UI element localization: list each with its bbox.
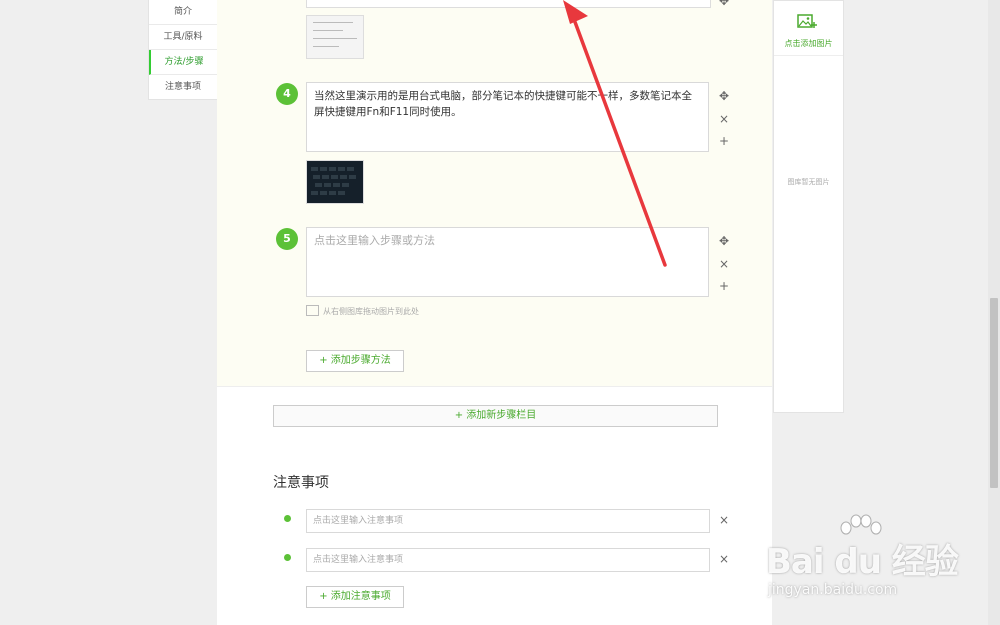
step-number-badge: 5	[276, 228, 298, 250]
previous-step-image[interactable]	[306, 15, 364, 59]
nav-item-steps[interactable]: 方法/步骤	[149, 50, 217, 75]
add-step-section-button[interactable]: + 添加新步骤栏目	[273, 405, 718, 427]
image-icon	[306, 305, 319, 316]
watermark-brand-text: Bai du 经验	[766, 542, 959, 582]
notes-section-title: 注意事项	[273, 475, 329, 491]
step-delete-icon[interactable]: ×	[717, 112, 731, 126]
annotation-arrow	[563, 0, 667, 267]
step-add-icon[interactable]: +	[717, 279, 731, 293]
nav-item-notes[interactable]: 注意事项	[149, 75, 217, 99]
image-drop-hint: 从右侧图库拖动图片到此处	[306, 305, 419, 317]
note-input[interactable]: 点击这里输入注意事项	[306, 509, 710, 533]
step-move-icon[interactable]: ✥	[717, 89, 731, 103]
step-move-icon[interactable]: ✥	[717, 234, 731, 248]
watermark-url-text: jingyan.baidu.com	[768, 582, 898, 598]
baidu-jingyan-watermark: Bai du 经验 jingyan.baidu.com	[762, 512, 982, 612]
add-image-button[interactable]: 点击添加图片	[774, 1, 843, 56]
add-picture-icon	[797, 14, 817, 28]
steps-section: ✥ 4 当然这里演示用的是用台式电脑，部分笔记本的快捷键可能不一样，多数笔记本全…	[217, 0, 772, 387]
bullet-dot	[284, 554, 291, 561]
previous-step-move-icon[interactable]: ✥	[717, 0, 731, 8]
page-scrollbar-thumb[interactable]	[990, 298, 998, 488]
image-library-panel: 点击添加图片 图库暂无图片	[773, 0, 844, 413]
nav-item-intro[interactable]: 简介	[149, 0, 217, 25]
left-outline-nav: 简介 工具/原料 方法/步骤 注意事项	[148, 0, 218, 100]
add-image-label: 点击添加图片	[784, 39, 833, 48]
nav-item-tools[interactable]: 工具/原料	[149, 25, 217, 50]
step-delete-icon[interactable]: ×	[717, 257, 731, 271]
bullet-dot	[284, 515, 291, 522]
note-input[interactable]: 点击这里输入注意事项	[306, 548, 710, 572]
add-note-button[interactable]: + 添加注意事项	[306, 586, 404, 608]
step-add-icon[interactable]: +	[717, 134, 731, 148]
editor-main: ✥ 4 当然这里演示用的是用台式电脑，部分笔记本的快捷键可能不一样，多数笔记本全…	[217, 0, 772, 625]
step-number-badge: 4	[276, 83, 298, 105]
step-image-keyboard[interactable]	[306, 160, 364, 204]
note-delete-icon[interactable]: ×	[719, 552, 729, 566]
image-drop-hint-text: 从右侧图库拖动图片到此处	[323, 307, 419, 316]
add-step-button[interactable]: + 添加步骤方法	[306, 350, 404, 372]
image-library-empty-text: 图库暂无图片	[787, 178, 830, 186]
note-delete-icon[interactable]: ×	[719, 513, 729, 527]
